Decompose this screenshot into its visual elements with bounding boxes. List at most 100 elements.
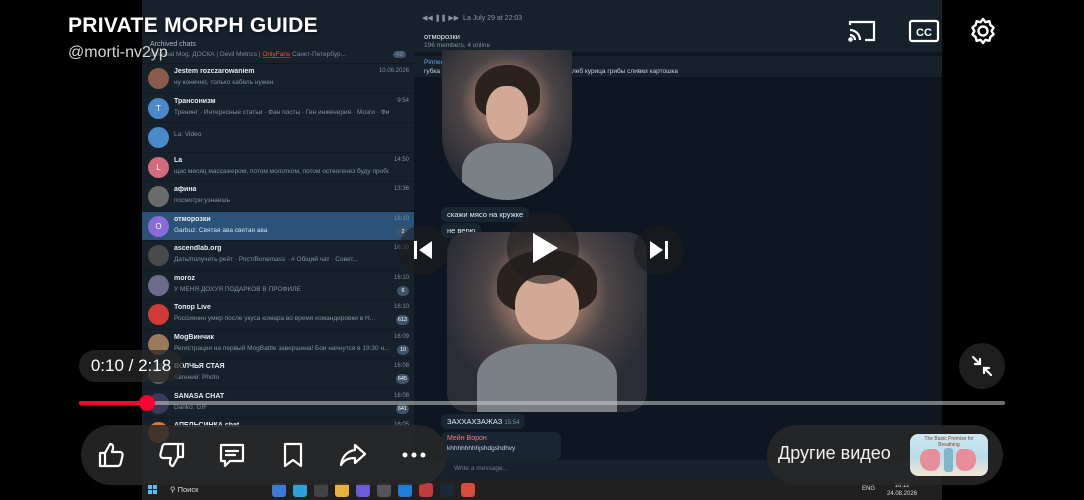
gear-icon xyxy=(971,17,995,45)
chat-row: Oотморозки Garbuz: Святая ава святая ава 1… xyxy=(142,211,414,241)
chat-preview: щас месяц массажером, потом молотком, по… xyxy=(174,167,389,175)
chat-avatar: O xyxy=(148,215,169,237)
chat-preview: посмотри:узнаешь xyxy=(174,197,231,204)
more-videos-button[interactable]: Другие видео The Basic Premise for Breat… xyxy=(767,425,1003,485)
exit-fullscreen-icon xyxy=(971,355,993,377)
closed-captions-button[interactable]: CC xyxy=(907,14,941,48)
next-video-button[interactable] xyxy=(634,225,684,275)
message-bubble: скажи мясо на кружке xyxy=(441,207,530,222)
chat-preview: У МЕНЯ ДОХУЯ ПОДАРКОВ В ПРОФИЛЕ xyxy=(174,285,301,293)
more-videos-thumbnail[interactable]: The Basic Premise for Breathing xyxy=(910,434,988,476)
thumbnail-text: The Basic Premise for Breathing xyxy=(924,436,974,448)
chat-preview: Тренинг · Интересные статьи · Фан посты … xyxy=(174,108,389,116)
share-button[interactable] xyxy=(336,438,370,472)
chat-time: 14:50 xyxy=(393,156,409,163)
video-player[interactable]: Archived chats Ethereal Mog, ДОСКА | Dev… xyxy=(0,0,1084,500)
reply-text: khhhhhhhhjshdgshdhvy xyxy=(447,445,516,452)
chat-time: 10.06.2026 xyxy=(378,68,409,74)
round-video-time: 13:24 xyxy=(542,190,558,196)
chat-avatar xyxy=(148,245,169,266)
chat-row: афина посмотри:узнаешь 13:36 xyxy=(142,182,414,212)
taskbar-apps xyxy=(272,483,475,497)
chat-name: Трансонизм xyxy=(174,97,216,105)
video-title: PRIVATE MORPH GUIDE xyxy=(68,14,318,37)
chat-avatar xyxy=(148,274,169,296)
chat-avatar xyxy=(148,127,169,148)
exit-fullscreen-button[interactable] xyxy=(959,343,1005,389)
chat-name: MogВинчик xyxy=(174,333,214,341)
onlyfans-highlight: OnlyFans xyxy=(262,51,291,58)
archived-title: Archived chats xyxy=(150,41,196,48)
chat-name: moroz xyxy=(174,274,195,282)
media-bar: ◀◀ ❚❚ ▶▶ La July 29 at 22:03 xyxy=(422,15,523,22)
like-button[interactable] xyxy=(94,438,128,472)
chat-row: MogВинчик Регистрация на первый MogBattle… xyxy=(142,330,414,359)
chat-time: 16:08 xyxy=(393,392,409,399)
chat-row: moroz У МЕНЯ ДОХУЯ ПОДАРКОВ В ПРОФИЛЕ 16:1… xyxy=(142,271,414,300)
unread-badge: 645 xyxy=(395,374,409,384)
telegram-chat-list: Archived chats Ethereal Mog, ДОСКА | Dev… xyxy=(142,38,414,480)
chat-name: ascendlab.org xyxy=(174,245,222,252)
progress-played xyxy=(79,401,147,405)
chat-row: Топор Live Россиянин умер после укуса ком… xyxy=(142,300,414,330)
chat-avatar: L xyxy=(148,156,169,178)
previous-video-button[interactable] xyxy=(398,225,448,275)
chat-time: 16:08 xyxy=(393,363,409,369)
unread-badge: 10 xyxy=(397,344,409,355)
chat-title: отморозки xyxy=(424,32,460,41)
progress-bar[interactable] xyxy=(79,395,1005,411)
chat-name: Топор Live xyxy=(174,304,211,311)
reply-message: Мейн Ворон khhhhhhhhjshdgshdhvy xyxy=(441,432,561,460)
chat-avatar xyxy=(148,68,169,89)
chat-preview: La: Video xyxy=(174,131,202,138)
thumbs-up-icon xyxy=(98,442,124,468)
cast-button[interactable] xyxy=(845,14,879,48)
taskbar-lang: ENG xyxy=(862,486,876,492)
chat-name: Jestem rozczarowaniem xyxy=(174,68,255,75)
scrubber-handle[interactable] xyxy=(139,395,155,411)
chat-members: 196 members, 4 online xyxy=(424,42,491,49)
closed-captions-icon: CC xyxy=(908,19,940,43)
more-videos-label: Другие видео xyxy=(778,443,891,463)
play-button[interactable] xyxy=(507,212,579,284)
chat-preview: Регистрация на первый MogBattle завершен… xyxy=(174,344,389,352)
channel-handle[interactable]: @morti-nv2yp xyxy=(68,44,168,62)
chat-time: 16:10 xyxy=(393,215,409,222)
chat-name: ВОЛЧЬЯ СТАЯ xyxy=(174,363,225,370)
dislike-button[interactable] xyxy=(155,438,189,472)
save-button[interactable] xyxy=(276,438,310,472)
share-arrow-icon xyxy=(339,443,367,467)
unread-badge: 613 xyxy=(395,315,409,325)
time-display: 0:10 / 2:18 xyxy=(79,350,183,382)
chat-preview: Garbuz: Святая ава святая ава xyxy=(174,226,268,234)
reply-author: Мейн Ворон xyxy=(447,435,487,442)
unread-badge: 6 xyxy=(397,285,409,296)
more-dots-icon xyxy=(402,452,426,458)
chat-time: 13:36 xyxy=(393,186,409,192)
chat-preview: Россиянин умер после укуса комара во вре… xyxy=(174,315,376,322)
chat-time: 16:09 xyxy=(393,333,409,340)
chat-name: отморозки xyxy=(174,215,211,223)
chat-row: La: Video xyxy=(142,123,414,153)
action-bar xyxy=(81,425,447,485)
chat-row: L La щас месяц массажером, потом молотком,… xyxy=(142,153,414,182)
skip-next-icon xyxy=(650,241,668,259)
chat-preview: Евгений: Photo xyxy=(174,374,220,381)
chat-time: 9:54 xyxy=(397,97,409,104)
chat-name: афина xyxy=(174,186,197,193)
chat-row: ascendlab.org Дать/получить рейт · Рост/B… xyxy=(142,241,414,271)
chat-name: SANASA CHAT xyxy=(174,392,225,400)
chat-time: 16:10 xyxy=(393,274,409,281)
thumbs-down-icon xyxy=(159,442,185,468)
svg-text:CC: CC xyxy=(916,27,932,39)
chat-avatar xyxy=(148,186,169,207)
chat-preview: Дать/получить рейт · Рост/Bonemass · # О… xyxy=(174,256,359,263)
archived-count: 48 xyxy=(392,51,406,58)
comments-button[interactable] xyxy=(215,438,249,472)
more-options-button[interactable] xyxy=(397,438,431,472)
settings-button[interactable] xyxy=(966,14,1000,48)
chat-name: La xyxy=(174,156,183,164)
chat-row: Jestem rozczarowaniem ну конечно, только … xyxy=(142,64,414,94)
taskbar-search: ⚲ Поиск xyxy=(170,485,199,494)
comment-icon xyxy=(219,443,245,468)
